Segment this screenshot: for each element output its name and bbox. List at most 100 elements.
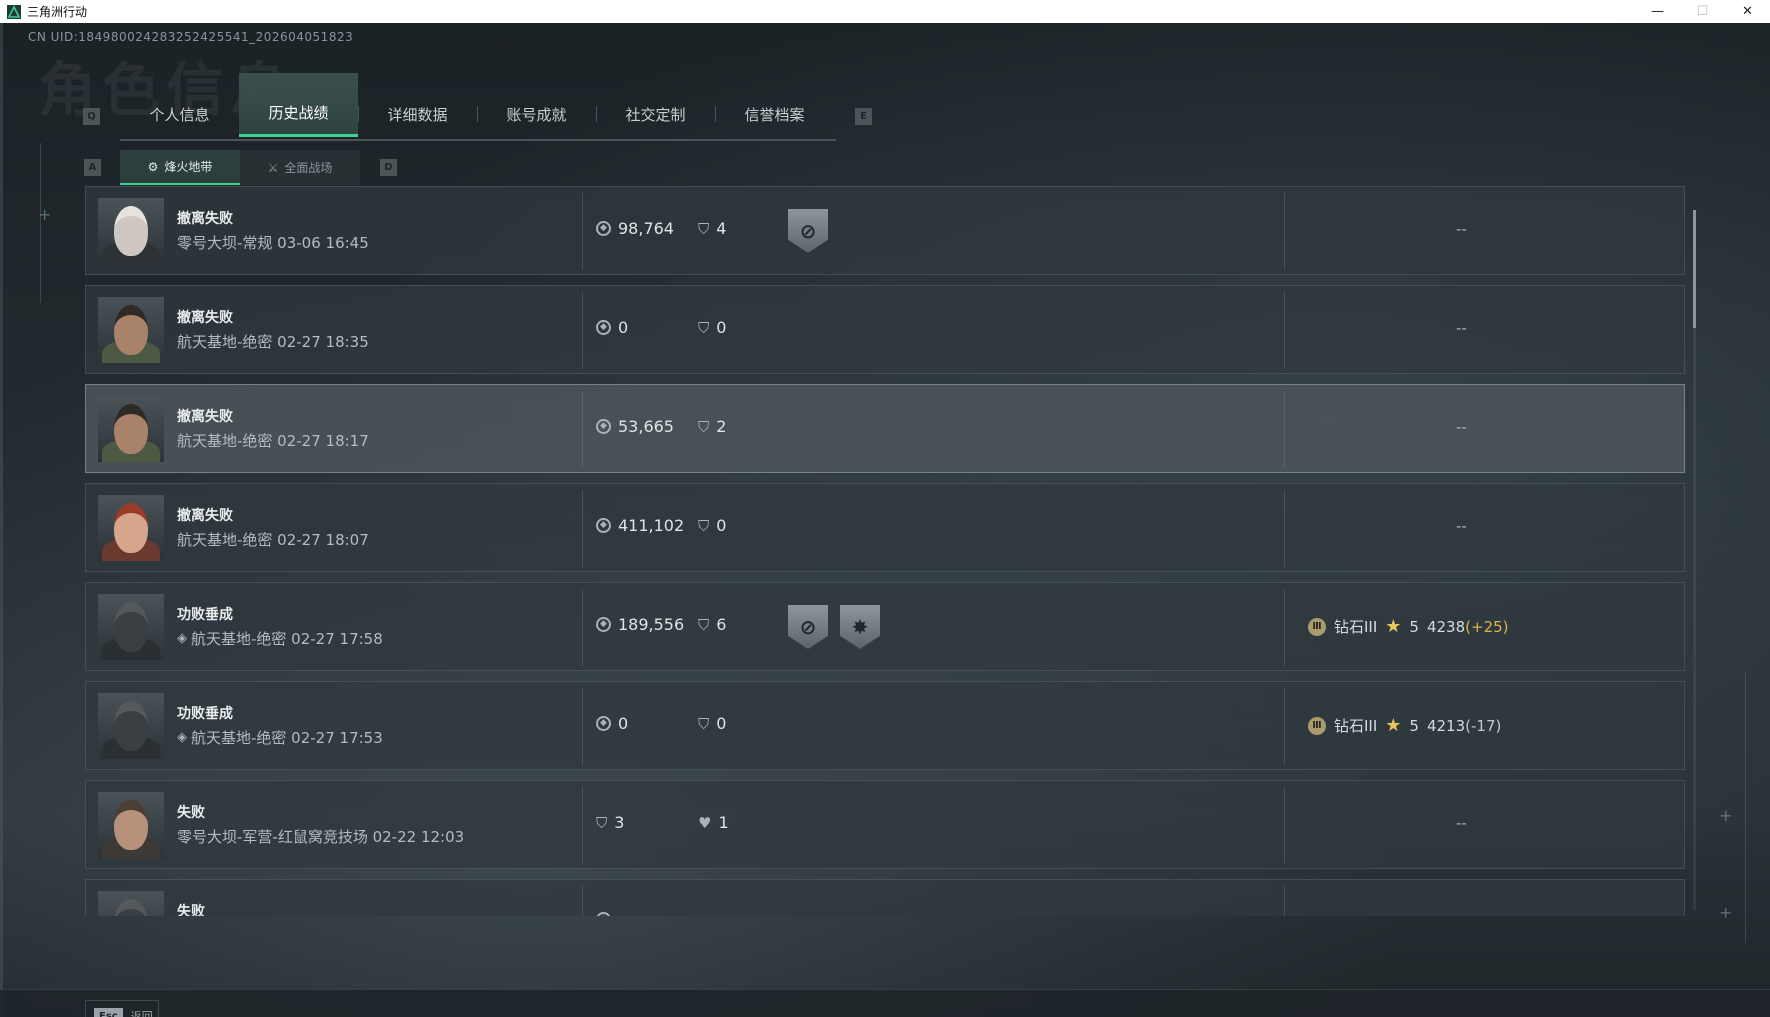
map-and-time: ◈ 航天基地-绝密 02-27 17:53 xyxy=(177,727,383,748)
stat-value: 0 xyxy=(716,318,727,337)
subtab-label: 全面战场 xyxy=(284,161,333,175)
operator-avatar xyxy=(98,594,164,660)
maximize-button[interactable]: ☐ xyxy=(1680,0,1725,23)
column-divider xyxy=(1284,787,1285,864)
operator-avatar xyxy=(98,495,164,561)
match-record-row[interactable]: 失败 ◆ xyxy=(85,879,1685,916)
map-label: 航天基地-绝密 02-27 18:17 xyxy=(177,432,369,450)
main-tabs: 个人信息 历史战绩 详细数据 账号成就 社交定制 信誉档案 xyxy=(120,73,836,141)
coin-icon: ◆ xyxy=(596,912,611,916)
star-icon: ★ xyxy=(1385,715,1402,736)
window-title: 三角洲行动 xyxy=(27,5,88,19)
result-placeholder: -- xyxy=(1456,220,1467,238)
rank-score: 4213(-17) xyxy=(1427,717,1501,735)
subtab-battlefield[interactable]: ⚔ 全面战场 xyxy=(240,150,360,185)
tab-credit-record[interactable]: 信誉档案 xyxy=(715,91,834,137)
prev-tab-key[interactable]: Q xyxy=(83,108,100,125)
stat-secondary: ⛉ 0 xyxy=(698,714,726,733)
battlefield-icon: ⚔ xyxy=(267,160,279,175)
stat-value: 0 xyxy=(716,516,727,535)
match-history-list: 撤离失败 零号大坝-常规 03-06 16:45 ◆ 98,764 ⛉ 4 ⊘ -- 撤离失败… xyxy=(85,186,1685,916)
map-label: 航天基地-绝密 02-27 17:58 xyxy=(191,630,383,648)
shield-icon: ⛉ xyxy=(698,318,710,337)
kill-badge[interactable]: ✸ xyxy=(840,605,880,649)
coin-icon: ◆ xyxy=(596,320,611,335)
map-label: 零号大坝-军营-红鼠窝竞技场 02-22 12:03 xyxy=(177,828,465,846)
map-and-time: ◈ 航天基地-绝密 02-27 17:58 xyxy=(177,628,383,649)
match-record-row[interactable]: 撤离失败 航天基地-绝密 02-27 18:17 ◆ 53,665 ⛉ 2 -- xyxy=(85,384,1685,473)
shield-icon: ⛉ xyxy=(596,813,608,832)
match-outcome: 失败 xyxy=(177,904,205,916)
coin-icon: ◆ xyxy=(596,221,611,236)
stat-secondary: ⛉ 0 xyxy=(698,516,726,535)
back-label: 返回 xyxy=(130,1010,153,1017)
match-record-row[interactable]: 功败垂成 ◈ 航天基地-绝密 02-27 17:53 ◆ 0 ⛉ 0 Ⅲ 钻石III ★ 5… xyxy=(85,681,1685,770)
subtab-fire-zone[interactable]: ⚙ 烽火地带 xyxy=(120,150,240,185)
player-uid: CN UID:18498002428325242554​1_2026040518… xyxy=(28,30,354,44)
operator-avatar xyxy=(98,792,164,858)
bottom-bar: Esc 返回 xyxy=(0,989,1770,1017)
match-record-row[interactable]: 功败垂成 ◈ 航天基地-绝密 02-27 17:58 ◆ 189,556 ⛉ 6 ⊘ ✸ Ⅲ 钻… xyxy=(85,582,1685,671)
match-record-row[interactable]: 撤离失败 零号大坝-常规 03-06 16:45 ◆ 98,764 ⛉ 4 ⊘ -- xyxy=(85,186,1685,275)
rank-tier: 钻石III xyxy=(1334,618,1378,636)
stat-value: 0 xyxy=(618,318,629,337)
stat-value: 189,556 xyxy=(618,615,685,634)
tab-achievements[interactable]: 账号成就 xyxy=(477,91,596,137)
stat-primary: ◆ 98,764 xyxy=(596,219,674,238)
ranked-mode-icon: ◈ xyxy=(177,730,187,745)
match-record-row[interactable]: 撤离失败 航天基地-绝密 02-27 18:35 ◆ 0 ⛉ 0 -- xyxy=(85,285,1685,374)
match-outcome: 撤离失败 xyxy=(177,310,233,326)
stat-secondary: ⛉ 4 xyxy=(698,219,726,238)
deco-line xyxy=(1745,673,1746,943)
tab-social-custom[interactable]: 社交定制 xyxy=(596,91,715,137)
match-outcome: 撤离失败 xyxy=(177,211,233,227)
no-extract-badge[interactable]: ⊘ xyxy=(788,209,828,253)
rank-stars: 5 xyxy=(1409,617,1419,636)
window-titlebar: 三角洲行动 — ☐ ✕ xyxy=(0,0,1770,23)
stat-primary: ◆ 0 xyxy=(596,318,628,337)
esc-key: Esc xyxy=(94,1007,123,1017)
scrollbar-thumb[interactable] xyxy=(1693,210,1696,328)
column-divider xyxy=(582,688,583,765)
match-outcome: 撤离失败 xyxy=(177,409,233,425)
tab-detailed-data[interactable]: 详细数据 xyxy=(358,91,477,137)
deco-plus: + xyxy=(38,205,52,224)
prev-subtab-key[interactable]: A xyxy=(84,159,101,176)
shield-icon: ⛉ xyxy=(698,615,710,634)
coin-icon: ◆ xyxy=(596,617,611,632)
column-divider xyxy=(1284,490,1285,567)
match-outcome: 功败垂成 xyxy=(177,706,233,722)
rank-tier-icon: Ⅲ xyxy=(1308,716,1326,735)
stat-value: 0 xyxy=(618,714,629,733)
rank-score: 4238(+25) xyxy=(1427,618,1509,636)
map-label: 航天基地-绝密 02-27 17:53 xyxy=(191,729,383,747)
back-button[interactable]: Esc 返回 xyxy=(85,1000,159,1017)
left-edge-line xyxy=(0,23,3,1017)
rank-info: Ⅲ 钻石III ★ 5 4213(-17) xyxy=(1308,715,1501,736)
match-outcome: 失败 xyxy=(177,805,205,821)
tab-personal-info[interactable]: 个人信息 xyxy=(120,91,239,137)
stat-value: 98,764 xyxy=(618,219,674,238)
column-divider xyxy=(1284,886,1285,916)
shield-icon: ⛉ xyxy=(698,516,710,535)
stat-value: 1 xyxy=(718,813,729,832)
next-tab-key[interactable]: E xyxy=(855,108,872,125)
result-placeholder: -- xyxy=(1456,418,1467,436)
stat-value: 3 xyxy=(614,813,625,832)
operator-avatar xyxy=(98,693,164,759)
shield-icon: ⛉ xyxy=(698,219,710,238)
match-record-row[interactable]: 失败 零号大坝-军营-红鼠窝竞技场 02-22 12:03 ⛉ 3 ♥ 1 -- xyxy=(85,780,1685,869)
tab-match-history[interactable]: 历史战绩 xyxy=(239,73,358,137)
column-divider xyxy=(582,292,583,369)
next-subtab-key[interactable]: D xyxy=(380,159,397,176)
match-record-row[interactable]: 撤离失败 航天基地-绝密 02-27 18:07 ◆ 411,102 ⛉ 0 -- xyxy=(85,483,1685,572)
star-icon: ★ xyxy=(1385,616,1402,637)
map-and-time: 零号大坝-军营-红鼠窝竞技场 02-22 12:03 xyxy=(177,826,464,847)
close-button[interactable]: ✕ xyxy=(1725,0,1770,23)
score-value: 4238 xyxy=(1426,617,1466,636)
result-placeholder: -- xyxy=(1456,319,1467,337)
minimize-button[interactable]: — xyxy=(1635,0,1680,23)
stat-value: 4 xyxy=(716,219,727,238)
no-extract-badge[interactable]: ⊘ xyxy=(788,605,828,649)
column-divider xyxy=(582,589,583,666)
